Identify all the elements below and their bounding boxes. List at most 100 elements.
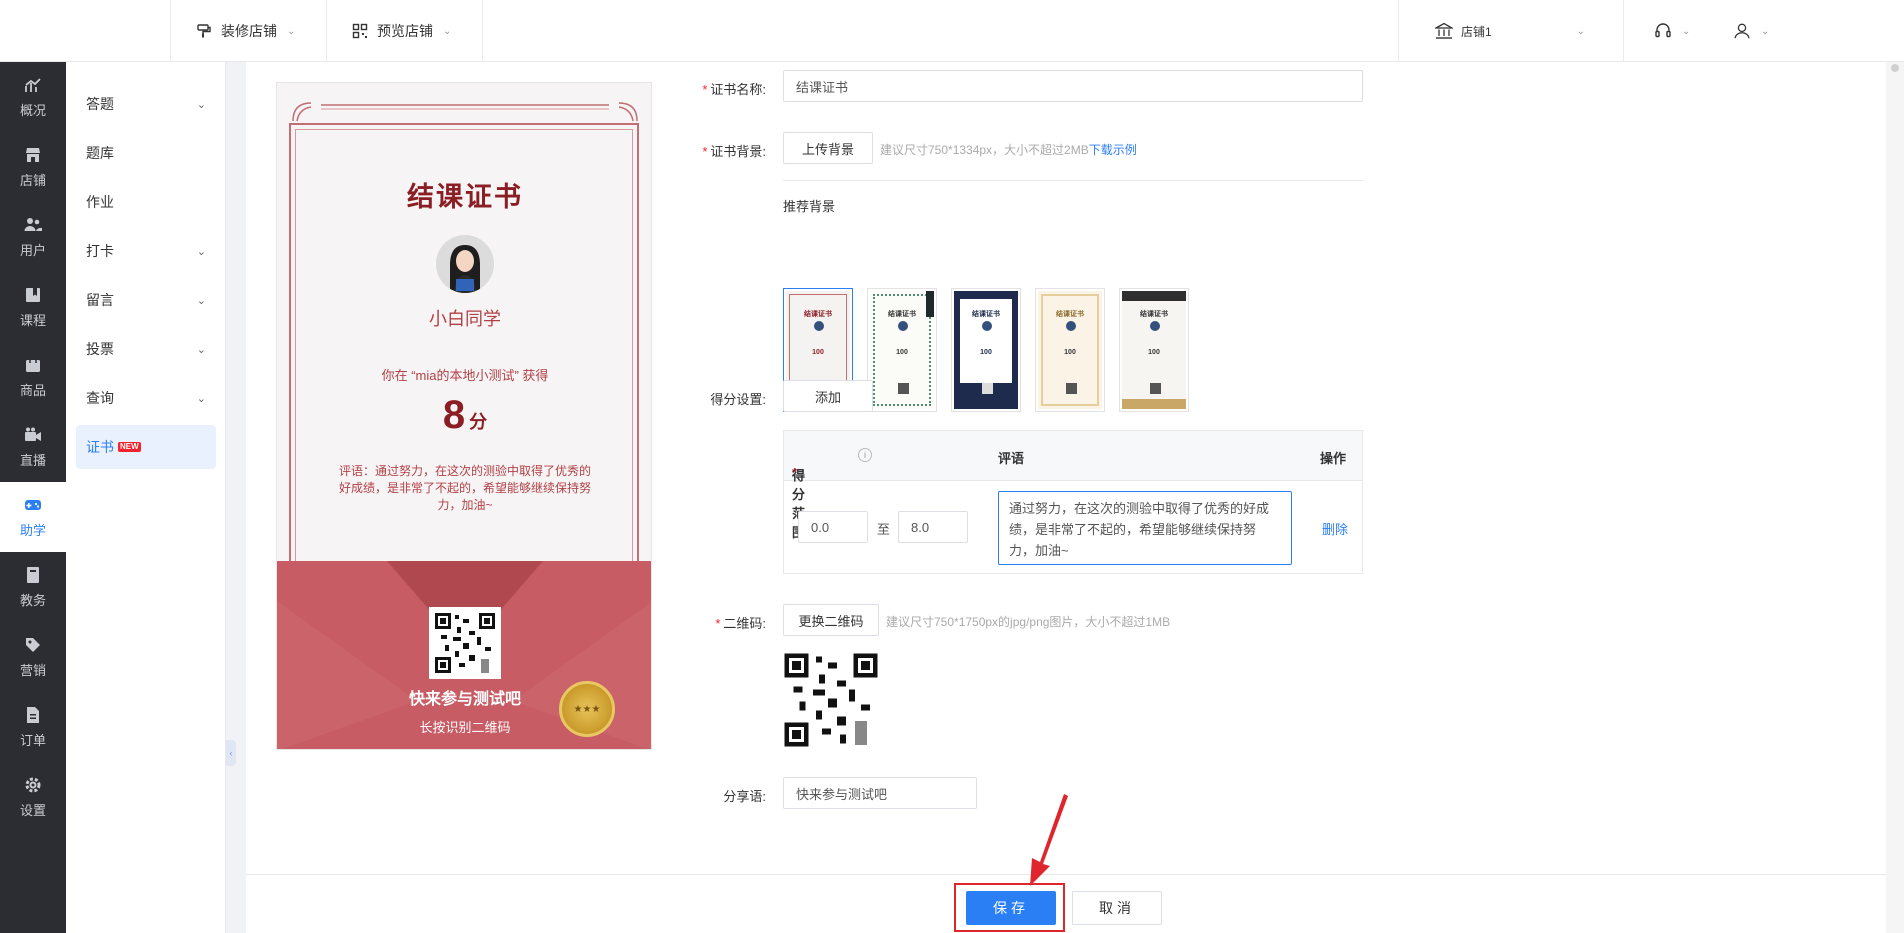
bg-label: * 证书背景: [702,144,766,159]
nav-label: 直播 [19,453,46,468]
chevron-down-icon: ⌄ [196,343,206,356]
preview-store-label: 预览店铺 [377,23,433,39]
subnav-item-certificate[interactable]: 证书 NEW [76,425,216,469]
certificate-preview: 结课证书 小白同学 你在 “mia的本地小测试” 获得 8分 评语：通过努力，在… [276,82,652,750]
share-text-input[interactable]: 快来参与测试吧 [783,777,977,809]
subnav-item-question-bank[interactable]: 题库 [76,131,216,175]
sub-nav: 答题 ⌄ 题库 作业 打卡 ⌄ 留言 ⌄ 投票 ⌄ 查询 ⌄ 证书 NEW [66,62,226,933]
cancel-button[interactable]: 取消 [1072,891,1162,925]
nav-label: 营销 [19,663,46,678]
nav-item-users[interactable]: 用户 [0,202,66,272]
thumb-title: 结课证书 [1140,311,1168,318]
thumb-num: 100 [1148,349,1160,356]
score-from-input[interactable]: 0.0 [798,511,868,543]
user-icon [1733,22,1751,40]
nav-label: 课程 [19,313,46,328]
gold-seal-icon: ★★★ [559,681,615,737]
chevron-down-icon: ⌄ [196,294,206,307]
nav-item-store[interactable]: 店铺 [0,132,66,202]
table-header: *得分范围 i 评语 操作 [784,431,1362,540]
upload-background-button[interactable]: 上传背景 [783,132,873,164]
support-button[interactable]: ⌄ [1623,0,1703,62]
user-menu-button[interactable]: ⌄ [1703,0,1783,62]
preview-store-button[interactable]: 预览店铺 ⌄ [326,0,482,62]
chevron-down-icon: ⌄ [1761,25,1770,37]
bg-thumbnail-5[interactable]: 结课证书 100 [1119,288,1189,412]
student-name: 小白同学 [429,309,501,329]
thumb-title: 结课证书 [972,311,1000,318]
chevron-down-icon: ⌄ [196,245,206,258]
thumb-title: 结课证书 [888,311,916,318]
decorate-store-button[interactable]: 装修店铺 ⌄ [170,0,326,62]
nav-item-academic[interactable]: 教务 [0,552,66,622]
subnav-item-homework[interactable]: 作业 [76,180,216,224]
chevron-down-icon: ⌄ [196,392,206,405]
nav-label: 教务 [19,593,46,608]
bg-thumbnail-3[interactable]: 结课证书 100 [951,288,1021,412]
chevron-down-icon: ⌄ [196,98,206,111]
nav-label: 订单 [19,733,46,748]
subnav-item-checkin[interactable]: 打卡 ⌄ [76,229,216,273]
nav-item-goods[interactable]: 商品 [0,342,66,412]
certificate-qr-code [429,607,501,679]
score-to-input[interactable]: 8.0 [898,511,968,543]
tag-icon [26,638,40,652]
nav-item-study-aid[interactable]: 助学 [0,482,66,552]
chevron-down-icon: ⌄ [1576,25,1585,37]
replace-qr-button[interactable]: 更换二维码 [783,604,879,636]
document-icon [27,707,39,723]
decorate-store-label: 装修店铺 [221,23,277,39]
top-bar: 装修店铺 ⌄ 预览店铺 ⌄ 店铺1 ⌄ ⌄ ⌄ [0,0,1904,62]
paint-roller-icon [195,22,213,40]
range-separator: 至 [877,522,891,537]
qr-hint: 建议尺寸750*1750px的jpg/png图片，大小不超过1MB [886,615,1171,629]
subnav-item-messages[interactable]: 留言 ⌄ [76,278,216,322]
shop-switcher[interactable]: 店铺1 ⌄ [1398,0,1623,62]
collapse-sidebar-handle[interactable]: ‹ [226,740,236,766]
qr-code-icon [351,22,369,40]
nav-item-settings[interactable]: 设置 [0,762,66,832]
certificate-name-input[interactable]: 结课证书 [783,70,1363,102]
new-badge: NEW [118,442,141,452]
download-example-link[interactable]: 下载示例 [1089,143,1137,157]
bag-icon [26,356,40,372]
score-settings-label: 得分设置: [710,392,766,407]
col-comment: 评语 [998,451,1025,466]
delete-link[interactable]: 删除 [1322,519,1348,538]
subnav-item-vote[interactable]: 投票 ⌄ [76,327,216,371]
qr-label: * 二维码: [715,616,766,631]
divider [783,180,1363,181]
subnav-label: 投票 [86,341,114,357]
certificate-comment: 评语：通过努力，在这次的测验中取得了优秀的好成绩，是非常了不起的，希望能够继续保… [338,464,591,512]
certificate-title: 结课证书 [407,182,523,213]
bg-thumbnail-4[interactable]: 结课证书 100 [1035,288,1105,412]
nav-item-orders[interactable]: 订单 [0,692,66,762]
thumb-title: 结课证书 [1056,311,1084,318]
nav-item-live[interactable]: 直播 [0,412,66,482]
subnav-label: 答题 [86,96,114,112]
thumb-num: 100 [980,349,992,356]
info-icon[interactable]: i [858,448,872,462]
qr-code-image [783,652,879,748]
score-table: *得分范围 i 评语 操作 0.0 至 8.0 通过努力，在这次的测验中取得了优… [783,430,1363,574]
subnav-label: 打卡 [86,243,114,259]
subnav-item-query[interactable]: 查询 ⌄ [76,376,216,420]
subnav-item-quiz[interactable]: 答题 ⌄ [76,82,216,126]
nav-label: 设置 [19,803,46,818]
comment-textarea[interactable]: 通过努力，在这次的测验中取得了优秀的好成绩，是非常了不起的，希望能够继续保持努力… [998,491,1292,565]
bg-thumbnail-2[interactable]: 结课证书 100 [867,288,937,412]
gear-icon [25,777,41,793]
score-value: 8 [442,393,466,437]
bank-icon [1435,22,1453,40]
add-score-button[interactable]: 添加 [783,380,873,412]
thumb-num: 100 [812,349,824,356]
subnav-label: 题库 [86,145,114,161]
gamepad-icon [25,500,41,510]
nav-item-marketing[interactable]: 营销 [0,622,66,692]
annotation-highlight-box [954,883,1065,932]
subnav-label: 留言 [86,292,114,308]
nav-item-overview[interactable]: 概况 [0,62,66,132]
nav-item-course[interactable]: 课程 [0,272,66,342]
annotation-arrow-icon [1030,794,1068,886]
scrollbar[interactable] [1886,62,1904,933]
